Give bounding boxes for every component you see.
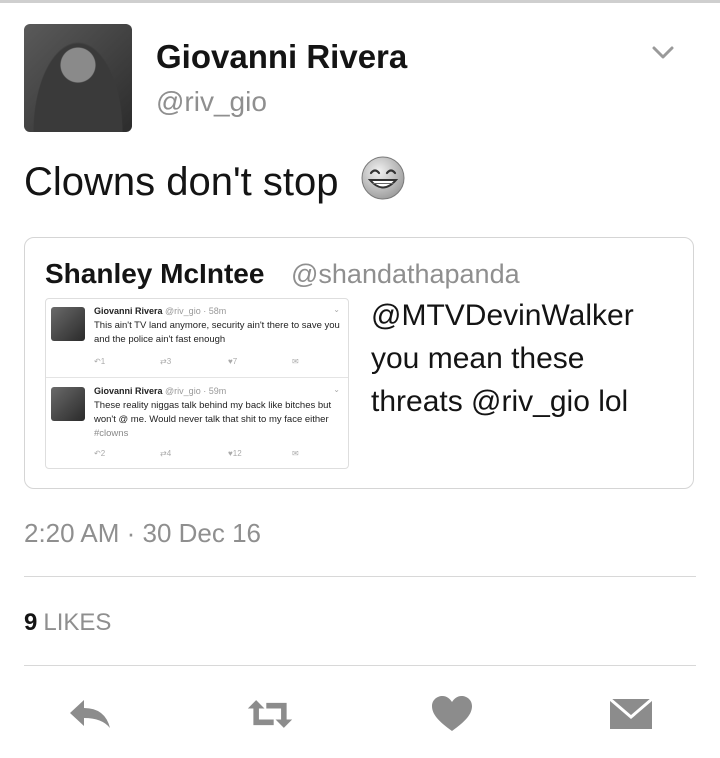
embedded-like-count: 12: [232, 449, 242, 458]
embedded-tweet-text: These reality niggas talk behind my back…: [94, 399, 344, 441]
likes-number: 9: [24, 609, 38, 636]
envelope-icon: [609, 697, 653, 729]
reply-icon: ↶ 2: [94, 449, 106, 458]
divider: [24, 665, 696, 666]
divider: [24, 576, 696, 577]
embedded-avatar: [51, 307, 85, 341]
quoted-author-handle: @shandathapanda: [291, 259, 520, 289]
embedded-reply-count: 1: [100, 357, 106, 366]
embedded-retweet-count: 3: [166, 357, 172, 366]
embedded-avatar: [51, 387, 85, 421]
embedded-like-count: 7: [232, 357, 238, 366]
chevron-down-icon: ⌄: [333, 385, 340, 394]
quoted-tweet-text: @MTVDevinWalker you mean these threats @…: [371, 299, 634, 418]
retweet-icon: [247, 700, 293, 728]
chevron-down-icon[interactable]: [648, 42, 678, 64]
embedded-tweet-header: Giovanni Rivera @riv_gio · 59m: [94, 386, 226, 396]
retweet-icon: ⇄ 3: [160, 357, 172, 366]
embedded-divider: [46, 377, 348, 378]
quoted-author-name: Shanley McIntee: [45, 258, 265, 289]
author-handle[interactable]: @riv_gio: [156, 86, 267, 118]
chevron-down-icon: ⌄: [333, 305, 340, 314]
like-button[interactable]: [428, 694, 476, 734]
embedded-handle-time: @riv_gio · 58m: [165, 306, 227, 316]
reply-button[interactable]: [66, 694, 114, 734]
reply-icon: [70, 700, 110, 728]
quoted-tweet-card[interactable]: Shanley McIntee @shandathapanda Giovanni…: [24, 237, 694, 489]
embedded-actions: ↶ 1 ⇄ 3 ♥ 7 ✉: [94, 357, 314, 367]
tweet-text: Clowns don't stop: [24, 156, 406, 207]
embedded-text: This ain't TV land anymore, security ain…: [94, 320, 340, 345]
heart-icon: ♥ 12: [228, 449, 242, 458]
retweet-icon: ⇄ 4: [160, 449, 172, 458]
heart-icon: [432, 696, 472, 731]
embedded-screenshot-image[interactable]: Giovanni Rivera @riv_gio · 58m ⌄ This ai…: [45, 298, 349, 469]
likes-count[interactable]: 9 LIKES: [24, 609, 111, 637]
envelope-icon: ✉: [292, 357, 299, 366]
embedded-handle-time: @riv_gio · 59m: [165, 386, 227, 396]
dm-button[interactable]: [607, 694, 655, 734]
embedded-text: These reality niggas talk behind my back…: [94, 400, 332, 425]
tweet-text-content: Clowns don't stop: [24, 160, 339, 204]
likes-label: LIKES: [43, 609, 112, 636]
embedded-tweet-header: Giovanni Rivera @riv_gio · 58m: [94, 306, 226, 316]
embedded-author-name: Giovanni Rivera: [94, 386, 163, 396]
top-border: [0, 0, 720, 3]
avatar[interactable]: [24, 24, 132, 132]
author-name[interactable]: Giovanni Rivera: [156, 38, 407, 76]
embedded-reply-count: 2: [100, 449, 106, 458]
heart-icon: ♥ 7: [228, 357, 238, 366]
embedded-hashtag: #clowns: [94, 428, 129, 439]
embedded-retweet-count: 4: [166, 449, 172, 458]
embedded-author-name: Giovanni Rivera: [94, 306, 163, 316]
grinning-face-icon: [361, 156, 405, 200]
embedded-tweet: Giovanni Rivera @riv_gio · 59m ⌄ These r…: [46, 379, 348, 465]
embedded-actions: ↶ 2 ⇄ 4 ♥ 12 ✉: [94, 449, 314, 459]
tweet-timestamp: 2:20 AM · 30 Dec 16: [24, 518, 262, 548]
embedded-tweet-text: This ain't TV land anymore, security ain…: [94, 319, 344, 347]
reply-icon: ↶ 1: [94, 357, 106, 366]
embedded-tweet: Giovanni Rivera @riv_gio · 58m ⌄ This ai…: [46, 299, 348, 385]
envelope-icon: ✉: [292, 449, 299, 458]
retweet-button[interactable]: [246, 694, 294, 734]
